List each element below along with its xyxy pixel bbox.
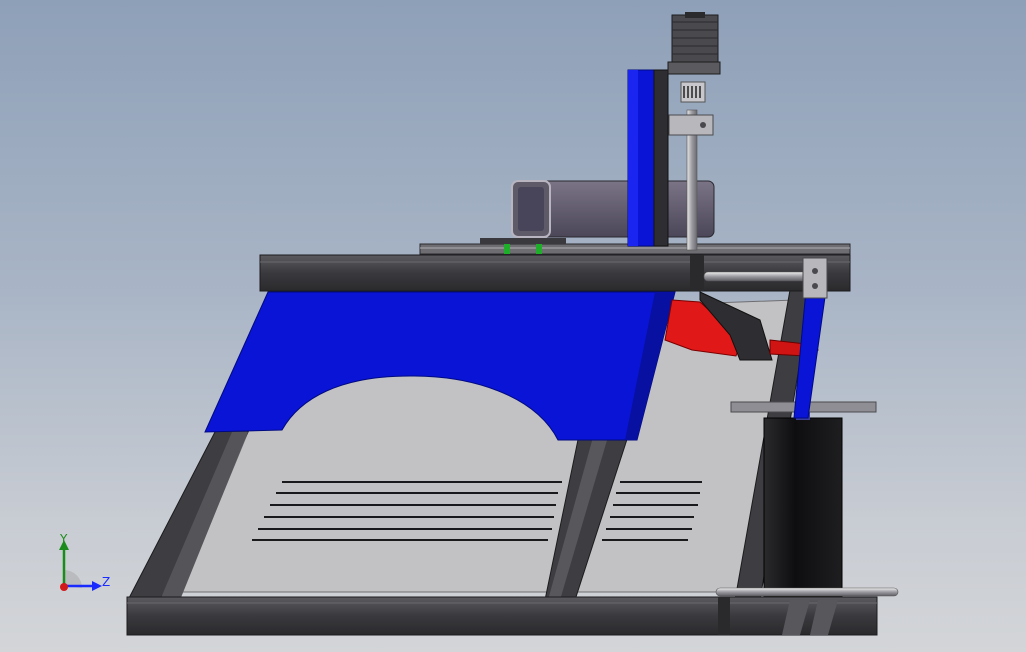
spindle-motor <box>763 417 843 597</box>
triad-y-label: Y <box>60 532 68 546</box>
x-axis-dot <box>60 583 68 591</box>
bearing-block <box>668 114 714 136</box>
rod-end-block <box>802 257 828 299</box>
cad-viewport[interactable]: Y Z <box>0 0 1026 652</box>
cnc-machine-model[interactable] <box>0 0 1026 652</box>
gantry-guide-rod <box>703 271 815 282</box>
triad-z-label: Z <box>102 575 111 589</box>
bottom-guide-rod <box>715 587 899 597</box>
